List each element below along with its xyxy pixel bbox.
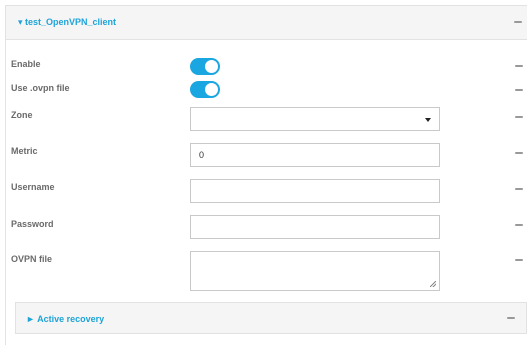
use-ovpn-toggle[interactable] xyxy=(190,81,220,98)
username-input[interactable] xyxy=(190,179,440,203)
username-label: Username xyxy=(11,182,55,192)
username-menu-icon[interactable] xyxy=(515,188,523,190)
ovpn-file-menu-icon[interactable] xyxy=(515,259,523,261)
active-recovery-panel[interactable]: ► Active recovery xyxy=(15,302,527,334)
resize-handle-icon[interactable] xyxy=(430,281,436,287)
password-menu-icon[interactable] xyxy=(515,224,523,226)
enable-toggle[interactable] xyxy=(190,58,220,75)
metric-input[interactable]: 0 xyxy=(190,143,440,167)
enable-menu-icon[interactable] xyxy=(515,65,523,67)
header-menu-icon[interactable] xyxy=(514,21,522,23)
use-ovpn-label: Use .ovpn file xyxy=(11,83,70,93)
password-input[interactable] xyxy=(190,215,440,239)
ovpn-file-textarea[interactable] xyxy=(190,251,440,291)
active-recovery-menu-icon[interactable] xyxy=(507,317,515,319)
zone-menu-icon[interactable] xyxy=(515,116,523,118)
enable-label: Enable xyxy=(11,59,41,69)
openvpn-client-panel: ▾ test_OpenVPN_client xyxy=(5,5,527,345)
chevron-down-icon xyxy=(425,118,431,122)
panel-header[interactable]: ▾ test_OpenVPN_client xyxy=(6,6,527,40)
metric-value: 0 xyxy=(199,150,205,160)
use-ovpn-menu-icon[interactable] xyxy=(515,89,523,91)
zone-select[interactable] xyxy=(190,107,440,131)
panel-title[interactable]: ▾ test_OpenVPN_client xyxy=(18,17,116,28)
zone-label: Zone xyxy=(11,110,33,120)
ovpn-file-label: OVPN file xyxy=(11,254,53,264)
metric-menu-icon[interactable] xyxy=(515,152,523,154)
active-recovery-title[interactable]: ► Active recovery xyxy=(26,314,104,324)
metric-label: Metric xyxy=(11,146,38,156)
password-label: Password xyxy=(11,219,54,229)
